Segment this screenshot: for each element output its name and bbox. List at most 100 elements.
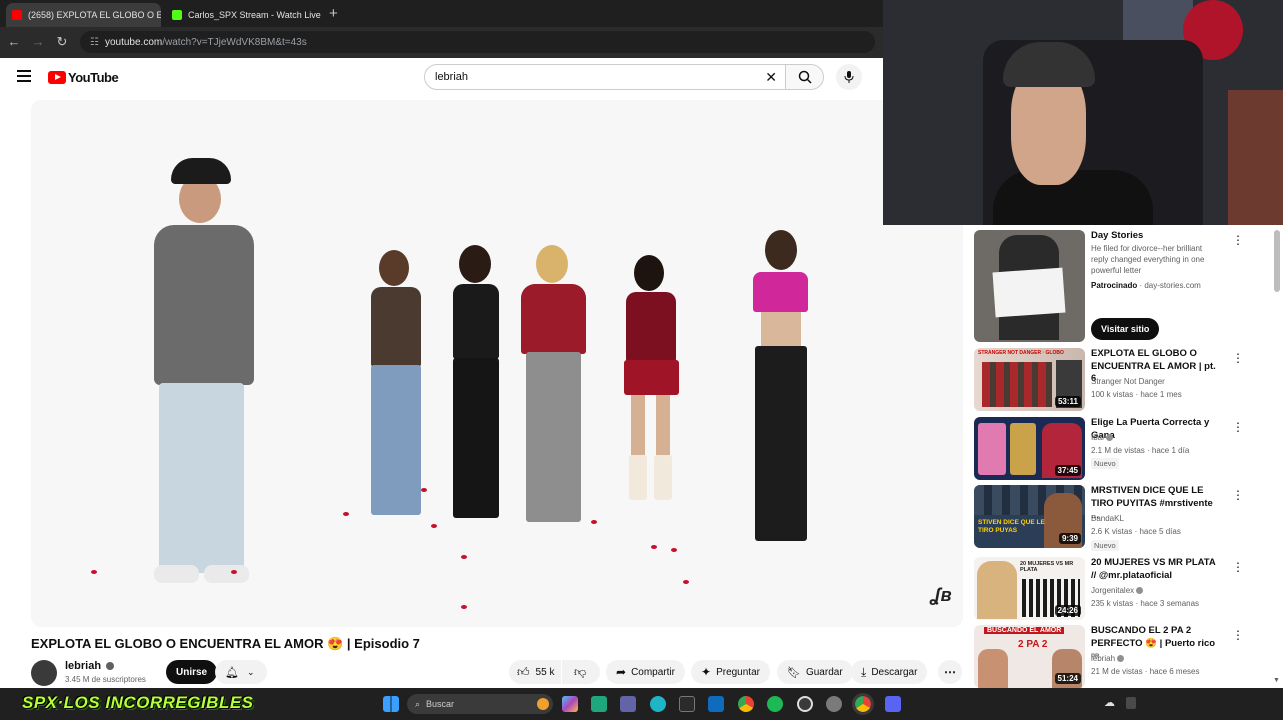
app-store-icon[interactable] xyxy=(591,696,607,712)
recommendation-item[interactable]: 20 MUJERES VS MR PLATA 24:26 20 MUJERES … xyxy=(974,557,1274,620)
search-highlight-icon xyxy=(537,698,549,710)
rose-petal xyxy=(591,520,597,524)
game-app-icon[interactable] xyxy=(679,696,695,712)
settings-gear-icon[interactable] xyxy=(826,696,842,712)
windows-start-icon[interactable] xyxy=(383,696,399,712)
share-label: Compartir xyxy=(631,666,675,678)
outlook-icon[interactable] xyxy=(708,696,724,712)
save-button[interactable]: 🔖︎ Guardar xyxy=(777,660,853,684)
tray-app-icon[interactable] xyxy=(1126,697,1136,709)
video-player[interactable]: ʆʙ xyxy=(31,100,963,627)
recommendation-channel: lebriah xyxy=(1091,653,1125,664)
youtube-logo[interactable]: YouTube xyxy=(48,70,119,85)
dislike-button[interactable]: 👎︎ xyxy=(562,660,600,684)
more-vertical-icon[interactable]: ⋮ xyxy=(1232,561,1244,573)
ad-thumbnail[interactable] xyxy=(974,230,1085,342)
url-host: youtube.com xyxy=(104,36,163,48)
visit-site-button[interactable]: Visitar sitio xyxy=(1091,318,1160,340)
search-icon: ⌕ xyxy=(415,698,421,709)
streamer-overlay-logo: SPX·LOS INCORREGIBLES xyxy=(22,693,254,712)
discord-icon[interactable] xyxy=(885,696,901,712)
channel-name[interactable]: lebriah xyxy=(65,660,115,672)
verified-icon xyxy=(106,662,115,671)
forward-icon[interactable]: → xyxy=(30,34,46,49)
download-label: Descargar xyxy=(871,666,918,678)
ask-label: Preguntar xyxy=(716,666,760,678)
more-vertical-icon[interactable]: ⋮ xyxy=(1232,489,1244,501)
share-button[interactable]: ➦ Compartir xyxy=(606,660,685,684)
new-badge: Nuevo xyxy=(1091,458,1119,469)
video-person-woman-3 xyxy=(511,240,596,530)
page-scrollbar[interactable] xyxy=(1274,230,1280,292)
more-vertical-icon[interactable]: ⋮ xyxy=(1232,352,1244,364)
download-button[interactable]: ⤓ Descargar xyxy=(851,660,928,684)
video-thumbnail[interactable]: 37:45 xyxy=(974,417,1085,480)
ad-title: Day Stories xyxy=(1091,230,1144,241)
spotify-icon[interactable] xyxy=(767,696,783,712)
search-input[interactable]: lebriah ✕ xyxy=(424,64,786,90)
duration-badge: 51:24 xyxy=(1054,673,1081,684)
video-thumbnail[interactable]: BUSCANDO EL AMOR 2 PA 2 51:24 xyxy=(974,625,1085,688)
recommendation-channel: Ibai xyxy=(1091,432,1114,443)
more-actions-button[interactable]: ⋯ xyxy=(938,660,962,684)
ad-description: He filed for divorce--her brilliant repl… xyxy=(1091,244,1205,275)
reload-icon[interactable]: ↻ xyxy=(54,34,70,50)
tab-youtube[interactable]: (2658) EXPLOTA EL GLOBO O E ✕ xyxy=(6,3,161,27)
recommendation-channel-name: lebriah xyxy=(1091,654,1116,663)
site-info-icon[interactable]: ☷ xyxy=(90,37,99,48)
windows-taskbar: SPX·LOS INCORREGIBLES ⌕ Buscar ☁ xyxy=(0,688,1283,720)
video-person-woman-4 xyxy=(616,250,686,500)
notifications-button[interactable]: 🔔︎ ⌄ xyxy=(215,660,267,684)
chrome-icon[interactable] xyxy=(738,696,754,712)
chevron-down-icon: ⌄ xyxy=(246,666,255,677)
recommendation-item[interactable]: STIVEN DICE QUE LE TIRO PUYAS 9:39 MRSTI… xyxy=(974,485,1274,551)
rose-petal xyxy=(91,570,97,574)
like-button[interactable]: 👍︎ 55 k xyxy=(509,660,561,684)
thumb-text: STRANGER NOT DANGER · GLOBO xyxy=(978,350,1064,356)
search-button[interactable] xyxy=(786,64,824,90)
recommendation-item[interactable]: BUSCANDO EL AMOR 2 PA 2 51:24 BUSCANDO E… xyxy=(974,625,1274,688)
streamer-webcam xyxy=(883,0,1283,225)
more-vertical-icon[interactable]: ⋮ xyxy=(1232,629,1244,641)
recommendation-channel-name: Ibai xyxy=(1091,433,1104,442)
video-thumbnail[interactable]: 20 MUJERES VS MR PLATA 24:26 xyxy=(974,557,1085,620)
more-vertical-icon[interactable]: ⋮ xyxy=(1232,234,1244,246)
obs-icon[interactable] xyxy=(797,696,813,712)
recommendation-channel: BandaKL xyxy=(1091,514,1124,523)
ask-button[interactable]: ✦ Preguntar xyxy=(691,660,770,684)
thumb-text: BUSCANDO EL AMOR xyxy=(984,627,1065,634)
edge-icon[interactable] xyxy=(650,696,666,712)
rose-petal xyxy=(651,545,657,549)
taskbar-search[interactable]: ⌕ Buscar xyxy=(407,694,553,714)
teams-icon[interactable] xyxy=(620,696,636,712)
address-bar[interactable]: ☷ youtube.com/watch?v=TJjeWdVK8BM&t=43s xyxy=(80,31,875,53)
channel-watermark-icon[interactable]: ʆʙ xyxy=(931,585,952,606)
new-tab-icon[interactable]: + xyxy=(329,5,338,22)
browser-toolbar: ← → ↻ ☷ youtube.com/watch?v=TJjeWdVK8BM&… xyxy=(0,27,883,58)
rose-petal xyxy=(461,605,467,609)
back-icon[interactable]: ← xyxy=(6,34,22,49)
video-person-woman-2 xyxy=(441,240,511,525)
recommendation-item[interactable]: 37:45 Elige La Puerta Correcta y Gana Ib… xyxy=(974,417,1274,480)
more-vertical-icon[interactable]: ⋮ xyxy=(1232,421,1244,433)
menu-icon[interactable] xyxy=(17,70,31,82)
join-button[interactable]: Unirse xyxy=(166,660,218,684)
copilot-icon[interactable] xyxy=(562,696,578,712)
clear-search-icon[interactable]: ✕ xyxy=(765,69,777,86)
recommendation-ad[interactable]: Day Stories He filed for divorce--her br… xyxy=(974,230,1274,345)
channel-avatar[interactable] xyxy=(31,660,57,686)
tab-kick[interactable]: Carlos_SPX Stream - Watch Live ✕ xyxy=(166,3,321,27)
recommendation-channel-name: Jorgenitalex xyxy=(1091,586,1135,595)
recommendation-meta: 235 k vistas · hace 3 semanas xyxy=(1091,599,1200,608)
recommendation-meta: 100 k vistas · hace 1 mes xyxy=(1091,390,1182,399)
scroll-down-icon[interactable]: ▼ xyxy=(1273,677,1280,684)
recommendation-item[interactable]: STRANGER NOT DANGER · GLOBO 53:11 EXPLOT… xyxy=(974,348,1274,411)
recommendation-channel: Jorgenitalex xyxy=(1091,585,1144,596)
voice-search-button[interactable] xyxy=(836,64,862,90)
video-title: EXPLOTA EL GLOBO O ENCUENTRA EL AMOR 😍 |… xyxy=(31,636,420,651)
video-thumbnail[interactable]: STIVEN DICE QUE LE TIRO PUYAS 9:39 xyxy=(974,485,1085,548)
chrome-active-icon[interactable] xyxy=(852,693,874,715)
duration-badge: 24:26 xyxy=(1054,605,1081,616)
cloud-icon[interactable]: ☁ xyxy=(1104,696,1115,709)
video-thumbnail[interactable]: STRANGER NOT DANGER · GLOBO 53:11 xyxy=(974,348,1085,411)
